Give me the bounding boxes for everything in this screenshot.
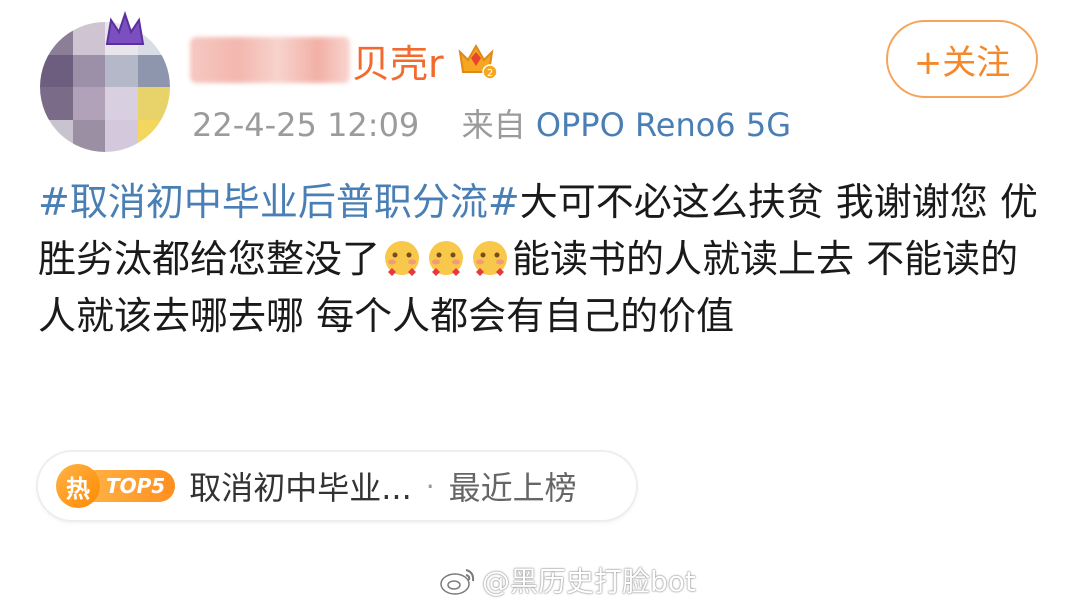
post-source-device[interactable]: OPPO Reno6 5G — [536, 106, 791, 144]
watermark-text: @黑历史打脸bot — [482, 565, 696, 598]
author-name[interactable]: 贝壳r — [352, 33, 444, 88]
author-name-blurred — [190, 37, 350, 83]
author-name-row: 贝壳r 2 — [190, 28, 498, 92]
post-timestamp: 22-4-25 12:09 — [192, 106, 420, 144]
follow-button[interactable]: +关注 — [886, 20, 1038, 98]
hot-rank-badge: 热 TOP5 — [56, 464, 176, 508]
post-meta: 22-4-25 12:09 来自 OPPO Reno6 5G — [192, 100, 791, 146]
hot-topic-card[interactable]: 热 TOP5 取消初中毕业... · 最近上榜 — [38, 452, 636, 520]
shy-emoji-icon — [385, 241, 420, 276]
shy-emoji-icon — [429, 241, 464, 276]
weibo-logo-icon — [440, 569, 475, 595]
via-label: 来自 — [461, 106, 526, 144]
hot-icon: 热 — [56, 464, 100, 508]
svg-text:2: 2 — [486, 68, 492, 79]
hashtag-link[interactable]: #取消初中毕业后普职分流# — [38, 180, 520, 224]
vip-crown-icon: 2 — [458, 43, 498, 80]
hot-topic-separator: · — [425, 469, 435, 503]
shy-emoji-icon — [473, 241, 508, 276]
hot-topic-title: 取消初中毕业... — [189, 469, 412, 507]
post-text: #取消初中毕业后普职分流#大可不必这么扶贫 我谢谢您 优胜劣汰都给您整没了 能读书… — [38, 174, 1048, 345]
avatar-crown-icon — [105, 10, 145, 45]
watermark: @黑历史打脸bot — [438, 560, 696, 600]
hot-topic-status: 最近上榜 — [448, 469, 577, 507]
